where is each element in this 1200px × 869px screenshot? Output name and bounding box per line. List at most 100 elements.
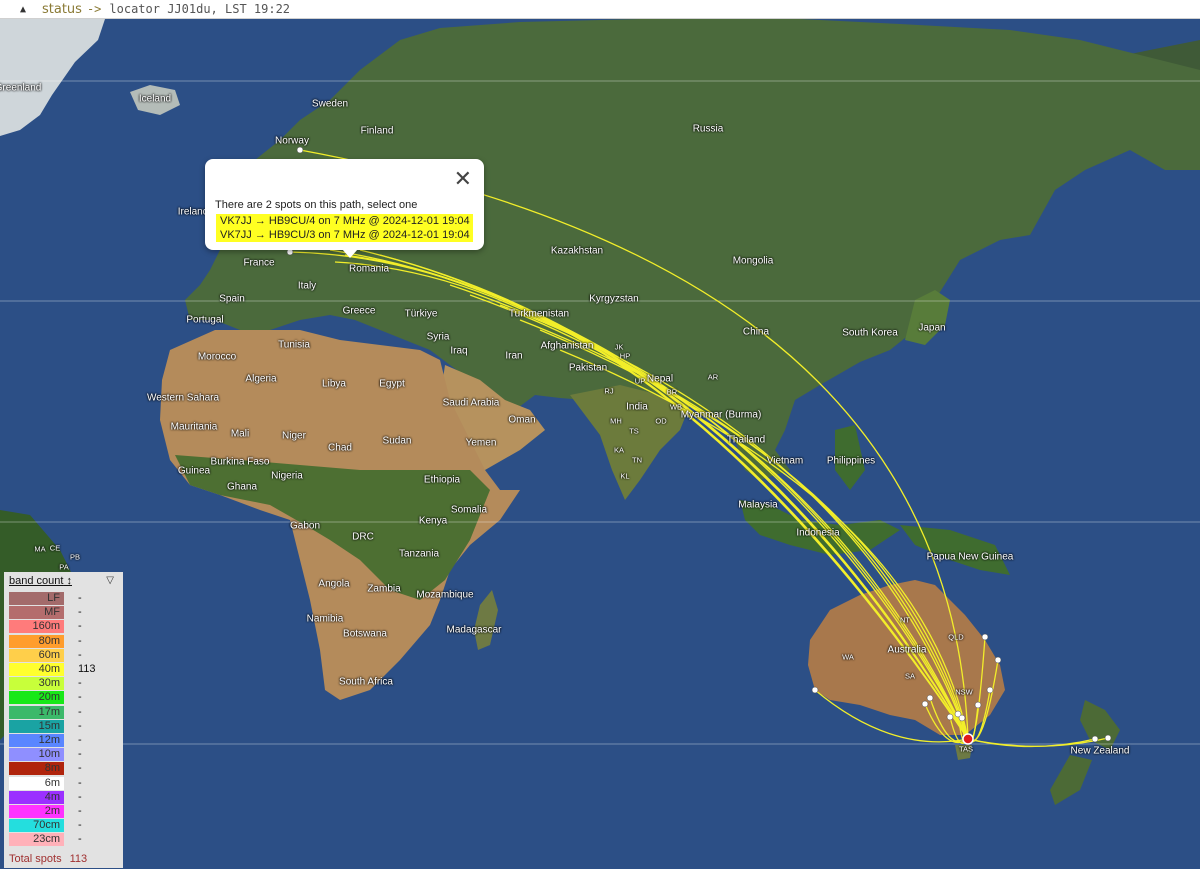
label-india: India <box>626 401 648 413</box>
legend-row[interactable]: 60m - <box>8 648 121 663</box>
legend-row[interactable]: 23cm - <box>8 833 121 847</box>
legend-header[interactable]: band count ↕ ▽ <box>8 575 121 589</box>
label-region-nt: NT <box>900 615 910 625</box>
spot-endpoint[interactable] <box>1104 734 1112 742</box>
band-swatch[interactable]: 160m <box>9 620 64 634</box>
label-turkmenistan: Turkmenistan <box>508 308 570 320</box>
legend-row[interactable]: 80m - <box>8 634 121 649</box>
band-swatch[interactable]: 4m <box>9 790 64 804</box>
band-swatch[interactable]: 12m <box>9 734 64 747</box>
legend-row[interactable]: 70cm - <box>8 819 121 833</box>
spot-endpoint[interactable] <box>986 686 994 694</box>
legend-row[interactable]: 12m - <box>8 734 121 748</box>
status-label[interactable]: status <box>42 2 82 17</box>
band-swatch[interactable]: 8m <box>9 762 64 776</box>
legend-row[interactable]: 15m - <box>8 719 121 734</box>
legend-row[interactable]: 10m - <box>8 748 121 762</box>
legend-row[interactable]: 6m - <box>8 776 121 791</box>
label-region-ce: CE <box>49 543 61 553</box>
spot-endpoint[interactable] <box>981 633 989 641</box>
band-swatch[interactable]: 70cm <box>9 819 64 833</box>
label-yemen: Yemen <box>465 437 497 449</box>
legend-row[interactable]: 17m - <box>8 705 121 720</box>
triangle-down-icon[interactable]: ▽ <box>106 575 114 586</box>
spot-endpoint[interactable] <box>296 146 304 154</box>
spot-endpoint[interactable] <box>946 713 954 721</box>
label-region-wa: WA <box>842 652 854 662</box>
popup-spot-option[interactable]: VK7JJ → HB9CU/3 on 7 MHz @ 2024-12-01 19… <box>216 228 473 242</box>
band-count: - <box>78 776 82 789</box>
label-mozambique: Mozambique <box>416 589 474 601</box>
band-swatch[interactable]: 23cm <box>9 833 64 847</box>
label-region-ar: AR <box>707 372 719 382</box>
label-zambia: Zambia <box>367 583 401 595</box>
band-swatch[interactable]: 30m <box>9 677 64 691</box>
label-mali: Mali <box>230 428 250 440</box>
legend-row[interactable]: LF - <box>8 592 121 606</box>
legend-row[interactable]: 2m - <box>8 805 121 819</box>
label-drc: DRC <box>352 531 374 543</box>
label-region-od: OD <box>655 416 667 426</box>
legend-row[interactable]: 4m - <box>8 790 121 805</box>
label-egypt: Egypt <box>379 378 405 390</box>
label-region-br: BR <box>666 387 678 397</box>
triangle-up-icon[interactable]: ▲ <box>20 4 28 15</box>
home-station-marker[interactable] <box>962 733 974 745</box>
label-myanmar: Myanmar (Burma) <box>680 409 762 421</box>
band-swatch[interactable]: 15m <box>9 719 64 733</box>
close-icon[interactable]: ✕ <box>454 168 472 190</box>
label-japan: Japan <box>918 322 946 334</box>
band-count: 113 <box>78 663 96 675</box>
label-sweden: Sweden <box>311 98 349 110</box>
band-swatch[interactable]: LF <box>9 592 64 605</box>
legend-row[interactable]: MF - <box>8 606 121 620</box>
band-swatch[interactable]: 60m <box>9 648 64 662</box>
band-swatch[interactable]: 20m <box>9 691 64 705</box>
legend-row[interactable]: 40m 113 <box>8 663 121 677</box>
band-swatch[interactable]: 80m <box>9 634 64 648</box>
spot-endpoint[interactable] <box>926 694 934 702</box>
spot-endpoint[interactable] <box>958 714 966 722</box>
label-italy: Italy <box>297 280 317 292</box>
band-swatch[interactable]: MF <box>9 606 64 620</box>
map-view[interactable]: Greenland Iceland Sweden Finland Norway … <box>0 19 1200 869</box>
map-canvas[interactable] <box>0 19 1200 869</box>
locator-text: locator JJ01du, LST 19:22 <box>109 2 291 16</box>
spot-endpoint[interactable] <box>974 701 982 709</box>
label-iraq: Iraq <box>450 345 468 357</box>
band-swatch[interactable]: 2m <box>9 805 64 818</box>
band-swatch[interactable]: 17m <box>9 705 64 719</box>
label-greenland: Greenland <box>0 82 42 94</box>
popup-spot-option[interactable]: VK7JJ → HB9CU/4 on 7 MHz @ 2024-12-01 19… <box>216 214 473 228</box>
spot-endpoint[interactable] <box>1091 735 1099 743</box>
label-ireland: Ireland <box>177 206 209 218</box>
band-swatch[interactable]: 10m <box>9 748 64 762</box>
label-russia: Russia <box>692 123 724 135</box>
band-count: - <box>78 606 82 619</box>
label-indonesia: Indonesia <box>796 527 840 539</box>
label-nepal: Nepal <box>646 373 674 385</box>
label-greece: Greece <box>342 305 376 317</box>
label-region-sa: SA <box>904 671 916 681</box>
label-mongolia: Mongolia <box>732 255 774 267</box>
label-region-pb: PB <box>69 552 81 562</box>
band-count: - <box>78 833 82 846</box>
label-region-qld: QLD <box>948 632 964 642</box>
band-swatch[interactable]: 6m <box>9 776 64 790</box>
legend-row[interactable]: 160m - <box>8 620 121 634</box>
band-count: - <box>78 705 82 718</box>
label-vietnam: Vietnam <box>766 455 804 467</box>
legend-row[interactable]: 20m - <box>8 691 121 705</box>
spot-endpoint[interactable] <box>921 700 929 708</box>
band-swatch[interactable]: 40m <box>9 663 64 676</box>
legend-row[interactable]: 30m - <box>8 677 121 691</box>
spot-endpoint[interactable] <box>994 656 1002 664</box>
label-libya: Libya <box>322 378 346 390</box>
legend-row[interactable]: 8m - <box>8 762 121 776</box>
sort-arrows-icon[interactable]: ↕ <box>67 575 73 587</box>
band-count: - <box>78 592 82 604</box>
total-value: 113 <box>69 853 88 865</box>
label-region-jk: JK <box>614 342 624 352</box>
legend-header-label[interactable]: band count ↕ <box>9 575 72 587</box>
spot-endpoint[interactable] <box>811 686 819 694</box>
